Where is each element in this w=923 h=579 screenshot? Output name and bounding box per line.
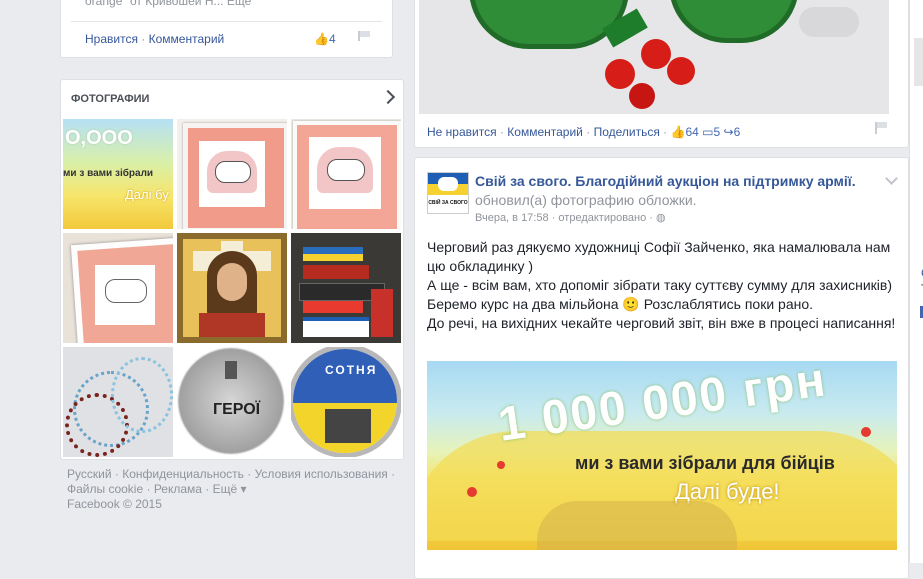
like-link[interactable]: Нравится — [85, 32, 138, 46]
footer-copyright: Facebook © 2015 — [67, 497, 162, 511]
shares-count[interactable]: ↪6 — [724, 125, 741, 139]
footer-cookies[interactable]: Файлы cookie — [67, 482, 143, 496]
cover-line1: ми з вами зібрали для бійців — [575, 453, 835, 473]
footer-terms[interactable]: Условия использования — [255, 467, 388, 481]
post-snippet[interactable]: orange" от Кривошей Н... Еще — [85, 0, 251, 8]
caret-down-icon: ▾ — [237, 482, 247, 496]
coin-text: СОТНЯ — [325, 363, 378, 377]
like-count[interactable]: 👍4 — [314, 32, 336, 46]
post-text: Черговий раз дякуємо художниці Софії Зай… — [427, 239, 896, 331]
edited-label[interactable]: отредактировано — [558, 212, 646, 224]
cover-image[interactable]: 1 000 000 грн ми з вами зібрали для бійц… — [427, 361, 897, 550]
footer-more[interactable]: Ещё — [213, 482, 238, 496]
right-column-edge: С Т — [909, 0, 923, 563]
chevron-down-icon[interactable] — [885, 172, 898, 185]
page-logo[interactable]: СВІЙ ЗА СВОГО — [427, 172, 469, 214]
chevron-right-icon[interactable] — [380, 89, 396, 105]
comment-icon: ▭ — [702, 125, 714, 139]
unlike-link[interactable]: Не нравится — [427, 125, 497, 139]
handshake-icon — [438, 177, 458, 191]
flag-icon[interactable] — [875, 122, 889, 134]
post-card: СВІЙ ЗА СВОГО Свій за свого. Благодійний… — [414, 157, 909, 579]
post-timestamp[interactable]: Вчера, в 17:58 — [475, 212, 549, 224]
prev-post-image[interactable] — [419, 0, 889, 114]
photos-title[interactable]: ФОТОГРАФИИ — [71, 93, 149, 105]
photo-heart-frame-2[interactable] — [291, 119, 401, 229]
share-icon: ↪ — [723, 125, 734, 139]
footer-lang[interactable]: Русский — [67, 467, 112, 481]
footer-ads[interactable]: Реклама — [154, 482, 202, 496]
comments-count[interactable]: ▭5 — [702, 125, 720, 139]
globe-icon: ◍ — [656, 212, 666, 224]
comment-link[interactable]: Комментарий — [149, 32, 225, 46]
photo-coin-heroes[interactable]: ГЕРОЇ — [177, 347, 287, 457]
photo-coin-sotnia[interactable]: СОТНЯ — [291, 347, 401, 457]
footer: Русский · Конфиденциальность · Условия и… — [67, 467, 407, 512]
prev-post-card: Не нравится · Комментарий · Поделиться ·… — [414, 0, 909, 148]
post-action-text: обновил(а) фотографию обложки. — [475, 192, 697, 208]
photo-beaded-necklace[interactable] — [63, 347, 173, 457]
thumbs-up-icon: 👍 — [670, 125, 686, 139]
share-link[interactable]: Поделиться — [594, 125, 660, 139]
likes-count[interactable]: 👍64 — [671, 125, 699, 139]
coin-text: ГЕРОЇ — [213, 401, 261, 418]
photo-banner[interactable]: O,OOO ми з вами зібрали Далі бу — [63, 119, 173, 229]
flag-icon[interactable] — [358, 31, 372, 41]
thumbs-up-icon: 👍 — [314, 32, 329, 46]
photo-lamb-embroidery[interactable] — [63, 233, 173, 343]
photo-heart-frame[interactable] — [177, 119, 287, 229]
left-top-card: orange" от Кривошей Н... Еще Нравится · … — [60, 0, 393, 58]
photo-jesus-icon[interactable] — [177, 233, 287, 343]
footer-privacy[interactable]: Конфиденциальность — [122, 467, 244, 481]
photo-flags-stickers[interactable] — [291, 233, 401, 343]
comment-link[interactable]: Комментарий — [507, 125, 583, 139]
page-name-link[interactable]: Свій за свого. Благодійний аукціон на пі… — [475, 173, 856, 189]
